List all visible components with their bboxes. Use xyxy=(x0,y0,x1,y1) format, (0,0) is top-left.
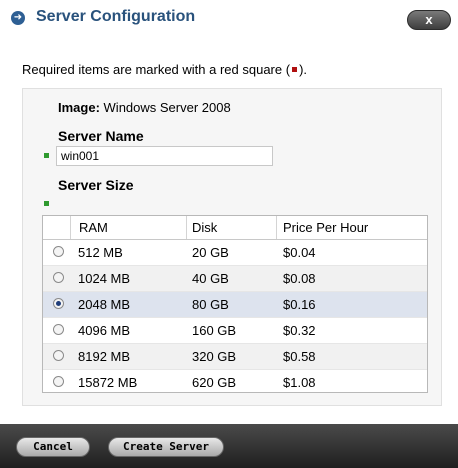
price-cell: $0.04 xyxy=(283,245,316,260)
cancel-button[interactable]: Cancel xyxy=(16,437,90,457)
server-name-input[interactable] xyxy=(56,146,273,166)
disk-cell: 320 GB xyxy=(192,349,237,364)
image-info: Image: Windows Server 2008 xyxy=(58,100,231,115)
row-radio[interactable] xyxy=(53,272,64,283)
server-name-label: Server Name xyxy=(58,128,144,144)
table-row[interactable]: 1024 MB 40 GB $0.08 xyxy=(43,266,427,292)
table-row[interactable]: 2048 MB 80 GB $0.16 xyxy=(43,292,427,318)
required-marker-icon xyxy=(44,153,49,158)
row-radio[interactable] xyxy=(53,246,64,257)
ram-cell: 1024 MB xyxy=(78,271,131,286)
server-size-label: Server Size xyxy=(58,177,134,193)
red-square-icon xyxy=(292,67,298,73)
disk-cell: 160 GB xyxy=(192,323,237,338)
create-server-button[interactable]: Create Server xyxy=(108,437,224,457)
ram-cell: 2048 MB xyxy=(78,297,131,312)
disk-cell: 40 GB xyxy=(192,271,229,286)
required-hint-text: Required items are marked with a red squ… xyxy=(22,62,291,77)
price-cell: $0.16 xyxy=(283,297,316,312)
price-cell: $0.08 xyxy=(283,271,316,286)
table-header: RAM Disk Price Per Hour xyxy=(43,216,427,240)
table-row[interactable]: 15872 MB 620 GB $1.08 xyxy=(43,370,427,392)
row-radio[interactable] xyxy=(53,324,64,335)
server-size-table: RAM Disk Price Per Hour 512 MB 20 GB $0.… xyxy=(42,215,428,393)
ram-cell: 15872 MB xyxy=(78,375,138,390)
row-radio[interactable] xyxy=(53,350,64,361)
column-header-price: Price Per Hour xyxy=(276,216,427,239)
column-header-ram: RAM xyxy=(70,216,196,239)
table-row[interactable]: 512 MB 20 GB $0.04 xyxy=(43,240,427,266)
table-row[interactable]: 8192 MB 320 GB $0.58 xyxy=(43,344,427,370)
row-radio[interactable] xyxy=(53,376,64,387)
row-radio[interactable] xyxy=(53,298,64,309)
disk-cell: 80 GB xyxy=(192,297,229,312)
disk-cell: 20 GB xyxy=(192,245,229,260)
ram-cell: 8192 MB xyxy=(78,349,131,364)
disk-cell: 620 GB xyxy=(192,375,237,390)
price-cell: $0.58 xyxy=(283,349,316,364)
image-label: Image: xyxy=(58,100,100,115)
price-cell: $0.32 xyxy=(283,323,316,338)
required-hint: Required items are marked with a red squ… xyxy=(22,62,307,77)
dialog-title: Server Configuration xyxy=(36,8,196,25)
price-cell: $1.08 xyxy=(283,375,316,390)
image-value: Windows Server 2008 xyxy=(103,100,231,115)
table-row[interactable]: 4096 MB 160 GB $0.32 xyxy=(43,318,427,344)
column-header-disk: Disk xyxy=(186,216,279,239)
ram-cell: 512 MB xyxy=(78,245,123,260)
required-hint-end: ). xyxy=(299,62,308,77)
close-button[interactable]: x xyxy=(407,10,451,30)
ram-cell: 4096 MB xyxy=(78,323,131,338)
arrow-right-icon: ➜ xyxy=(11,11,25,25)
dialog-titlebar: ➜ Server Configuration x xyxy=(0,0,458,38)
required-marker-icon xyxy=(44,201,49,206)
